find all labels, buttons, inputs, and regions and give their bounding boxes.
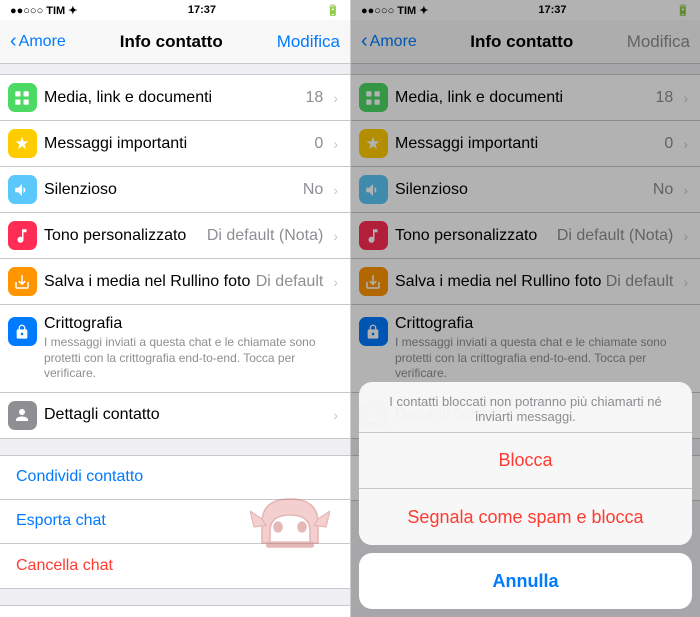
star-glyph-left: ★ [14,134,29,154]
details-icon-container-left [0,401,44,430]
segnala-blocca-button[interactable]: Segnala come spam e blocca [359,489,692,545]
segnala-blocca-label: Segnala come spam e blocca [407,507,643,528]
time-left: 17:37 [188,4,216,16]
save-value-left: Di default [256,273,324,291]
block-group-left: Blocca contatto Segnala come spam [0,605,350,617]
left-panel: ●●○○○ TIM ✦ 17:37 🔋 Amore Info contatto … [0,0,350,617]
actions-group-left: Condividi contatto Esporta chat Cancella… [0,455,350,589]
media-icon-container-left [0,83,44,112]
table-group-left: Media, link e documenti 18 ★ Messaggi [0,74,350,439]
tone-row-left[interactable]: Tono personalizzato Di default (Nota) [0,213,350,259]
crypto-label-left: Crittografia [44,315,338,333]
save-icon-left [8,267,37,296]
mute-value-left: No [303,181,323,199]
crypto-content-left: Crittografia I messaggi inviati a questa… [44,315,338,382]
tone-icon-container-left [0,221,44,250]
tone-content-left: Tono personalizzato [44,227,207,245]
crypto-row-left[interactable]: Crittografia I messaggi inviati a questa… [0,305,350,393]
blocca-label: Blocca [498,450,552,471]
divider2-left [0,589,350,605]
save-right-left: Di default [256,273,338,291]
details-icon-left [8,401,37,430]
annulla-label: Annulla [493,571,559,592]
overlay-backdrop[interactable]: I contatti bloccati non potranno più chi… [351,0,700,617]
tone-icon-left [8,221,37,250]
media-chevron-left [333,90,338,106]
mute-row-left[interactable]: Silenzioso No [0,167,350,213]
tone-label-left: Tono personalizzato [44,227,207,245]
details-row-left[interactable]: Dettagli contatto [0,393,350,438]
delete-chat-label-left: Cancella chat [16,557,113,575]
status-bar-left: ●●○○○ TIM ✦ 17:37 🔋 [0,0,350,20]
back-label-left: Amore [19,33,66,51]
mute-icon-left [8,175,37,204]
main-section-left: Media, link e documenti 18 ★ Messaggi [0,74,350,439]
tone-value-left: Di default (Nota) [207,227,324,245]
divider1-left [0,439,350,455]
starred-chevron-left [333,136,338,152]
save-row-left[interactable]: Salva i media nel Rullino foto Di defaul… [0,259,350,305]
export-chat-row-left[interactable]: Esporta chat [0,500,350,544]
crypto-icon-left [8,317,37,346]
right-panel: ●●○○○ TIM ✦ 17:37 🔋 Amore Info contatto … [350,0,700,617]
media-content-left: Media, link e documenti [44,89,306,107]
crypto-sublabel-left: I messaggi inviati a questa chat e le ch… [44,335,338,382]
media-label-left: Media, link e documenti [44,89,306,107]
action-sheet: I contatti bloccati non potranno più chi… [351,382,700,617]
details-right-left [333,407,338,423]
save-icon-container-left [0,267,44,296]
starred-row-left[interactable]: ★ Messaggi importanti 0 [0,121,350,167]
save-content-left: Salva i media nel Rullino foto [44,273,256,291]
details-content-left: Dettagli contatto [44,406,333,424]
details-chevron-left [333,407,338,423]
block-contact-row-left[interactable]: Blocca contatto [0,606,350,617]
delete-chat-row-left[interactable]: Cancella chat [0,544,350,588]
starred-value-left: 0 [314,135,323,153]
starred-content-left: Messaggi importanti [44,135,314,153]
sheet-message: I contatti bloccati non potranno più chi… [359,382,692,433]
nav-title-left: Info contatto [120,32,223,52]
content-left: Media, link e documenti 18 ★ Messaggi [0,64,350,617]
back-arrow-icon-left [10,30,17,53]
media-right-left: 18 [306,89,338,107]
tone-right-left: Di default (Nota) [207,227,338,245]
save-label-left: Salva i media nel Rullino foto [44,273,256,291]
crypto-icon-container-left [0,315,44,346]
battery-left: 🔋 [326,4,340,17]
starred-icon-left: ★ [8,129,37,158]
blocca-button[interactable]: Blocca [359,433,692,489]
tone-chevron-left [333,228,338,244]
nav-bar-left: Amore Info contatto Modifica [0,20,350,64]
action-sheet-top: I contatti bloccati non potranno più chi… [359,382,692,545]
details-label-left: Dettagli contatto [44,406,333,424]
share-contact-label-left: Condividi contatto [16,468,143,486]
mute-icon-container-left [0,175,44,204]
export-chat-label-left: Esporta chat [16,512,106,530]
mute-chevron-left [333,182,338,198]
starred-right-left: 0 [314,135,338,153]
mute-label-left: Silenzioso [44,181,303,199]
share-contact-row-left[interactable]: Condividi contatto [0,456,350,500]
starred-icon-container-left: ★ [0,129,44,158]
annulla-button[interactable]: Annulla [359,553,692,609]
media-value-left: 18 [306,89,324,107]
mute-right-left: No [303,181,338,199]
carrier-left: ●●○○○ TIM ✦ [10,4,78,17]
modifica-button-left[interactable]: Modifica [277,32,340,52]
save-chevron-left [333,274,338,290]
mute-content-left: Silenzioso [44,181,303,199]
starred-label-left: Messaggi importanti [44,135,314,153]
media-icon-left [8,83,37,112]
back-button-left[interactable]: Amore [10,30,66,53]
media-row-left[interactable]: Media, link e documenti 18 [0,75,350,121]
